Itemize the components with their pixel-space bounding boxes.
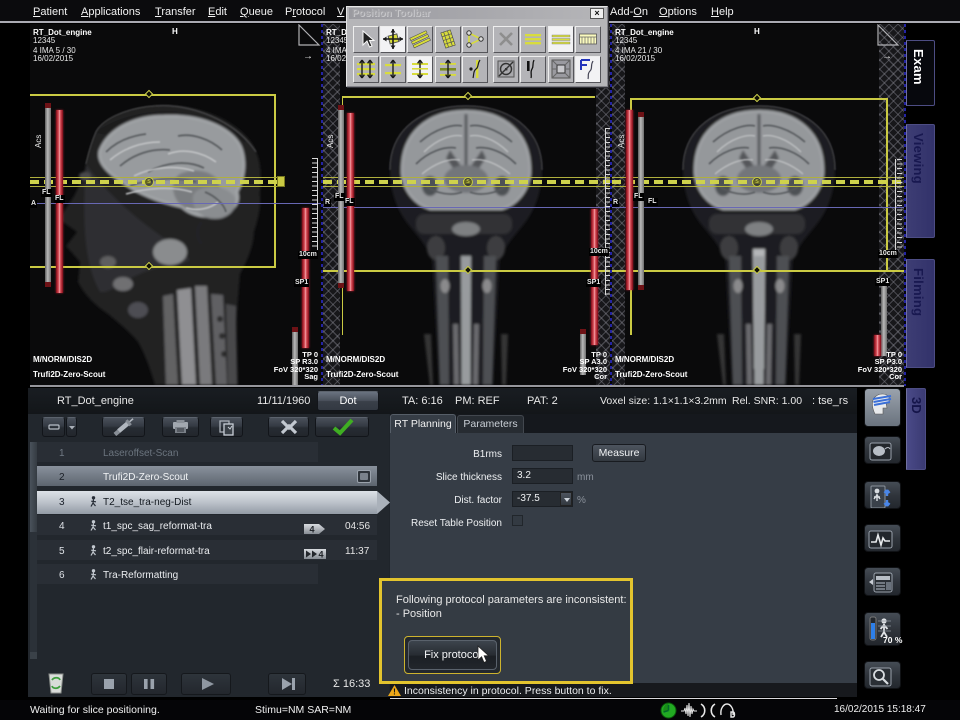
svg-text:!: ! [393,688,396,697]
svg-text:4: 4 [318,549,323,559]
svg-text:4: 4 [309,525,314,535]
